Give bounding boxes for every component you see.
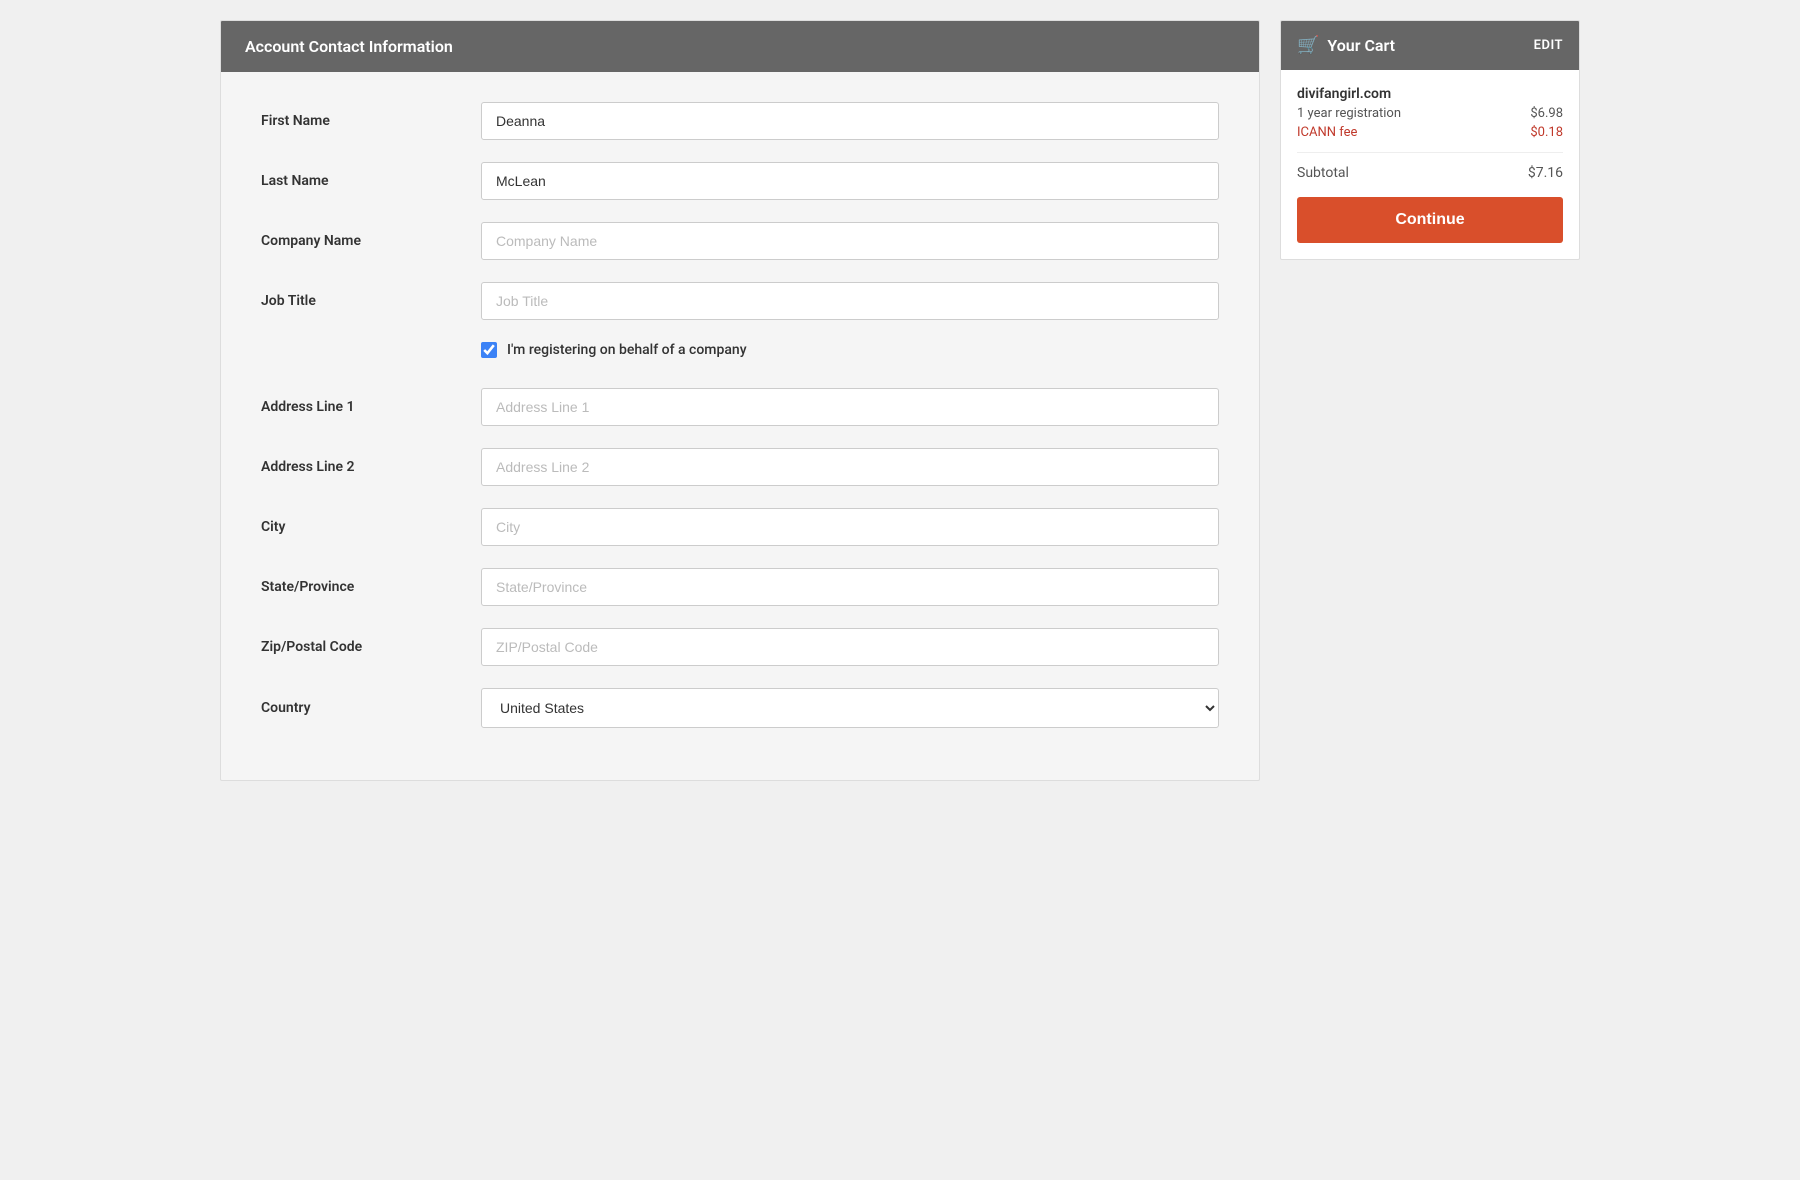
- address-line1-label: Address Line 1: [261, 399, 481, 415]
- company-checkbox-label: I'm registering on behalf of a company: [507, 342, 747, 358]
- form-title: Account Contact Information: [245, 37, 453, 56]
- form-header: Account Contact Information: [221, 21, 1259, 72]
- country-select[interactable]: United States Canada United Kingdom Aust…: [481, 688, 1219, 728]
- company-checkbox-row: I'm registering on behalf of a company: [481, 342, 1219, 358]
- form-body: First Name Last Name Company Name Job Ti…: [221, 72, 1259, 780]
- cart-divider: [1297, 152, 1563, 153]
- first-name-label: First Name: [261, 113, 481, 129]
- continue-button[interactable]: Continue: [1297, 197, 1563, 243]
- state-province-input[interactable]: [481, 568, 1219, 606]
- address-line1-row: Address Line 1: [261, 388, 1219, 426]
- job-title-row: Job Title: [261, 282, 1219, 320]
- cart-edit-button[interactable]: EDIT: [1534, 38, 1563, 53]
- company-name-row: Company Name: [261, 222, 1219, 260]
- cart-icann-line: ICANN fee $0.18: [1297, 125, 1563, 140]
- last-name-label: Last Name: [261, 173, 481, 189]
- cart-registration-label: 1 year registration: [1297, 106, 1401, 121]
- cart-subtotal-label: Subtotal: [1297, 165, 1349, 181]
- cart-box: 🛒 Your Cart EDIT divifangirl.com 1 year …: [1280, 20, 1580, 260]
- city-input[interactable]: [481, 508, 1219, 546]
- country-row: Country United States Canada United King…: [261, 688, 1219, 728]
- cart-title: Your Cart: [1327, 36, 1395, 55]
- state-province-label: State/Province: [261, 579, 481, 595]
- zip-postal-label: Zip/Postal Code: [261, 639, 481, 655]
- cart-registration-price: $6.98: [1530, 106, 1563, 121]
- first-name-input[interactable]: [481, 102, 1219, 140]
- cart-subtotal-price: $7.16: [1528, 165, 1563, 181]
- cart-subtotal-line: Subtotal $7.16: [1297, 165, 1563, 181]
- cart-registration-line: 1 year registration $6.98: [1297, 106, 1563, 121]
- company-name-input[interactable]: [481, 222, 1219, 260]
- address-line1-input[interactable]: [481, 388, 1219, 426]
- city-row: City: [261, 508, 1219, 546]
- main-form-panel: Account Contact Information First Name L…: [220, 20, 1260, 781]
- job-title-input[interactable]: [481, 282, 1219, 320]
- job-title-label: Job Title: [261, 293, 481, 309]
- last-name-row: Last Name: [261, 162, 1219, 200]
- cart-body: divifangirl.com 1 year registration $6.9…: [1281, 70, 1579, 259]
- cart-icann-label: ICANN fee: [1297, 125, 1357, 140]
- address-line2-row: Address Line 2: [261, 448, 1219, 486]
- first-name-row: First Name: [261, 102, 1219, 140]
- address-line2-label: Address Line 2: [261, 459, 481, 475]
- address-line2-input[interactable]: [481, 448, 1219, 486]
- country-label: Country: [261, 700, 481, 716]
- zip-postal-input[interactable]: [481, 628, 1219, 666]
- company-name-label: Company Name: [261, 233, 481, 249]
- last-name-input[interactable]: [481, 162, 1219, 200]
- zip-postal-row: Zip/Postal Code: [261, 628, 1219, 666]
- state-province-row: State/Province: [261, 568, 1219, 606]
- city-label: City: [261, 519, 481, 535]
- cart-panel: 🛒 Your Cart EDIT divifangirl.com 1 year …: [1280, 20, 1580, 781]
- cart-header: 🛒 Your Cart EDIT: [1281, 21, 1579, 70]
- cart-icann-price: $0.18: [1530, 125, 1563, 140]
- cart-icon: 🛒: [1297, 35, 1319, 56]
- cart-domain: divifangirl.com: [1297, 86, 1563, 102]
- company-checkbox[interactable]: [481, 342, 497, 358]
- cart-title-group: 🛒 Your Cart: [1297, 35, 1395, 56]
